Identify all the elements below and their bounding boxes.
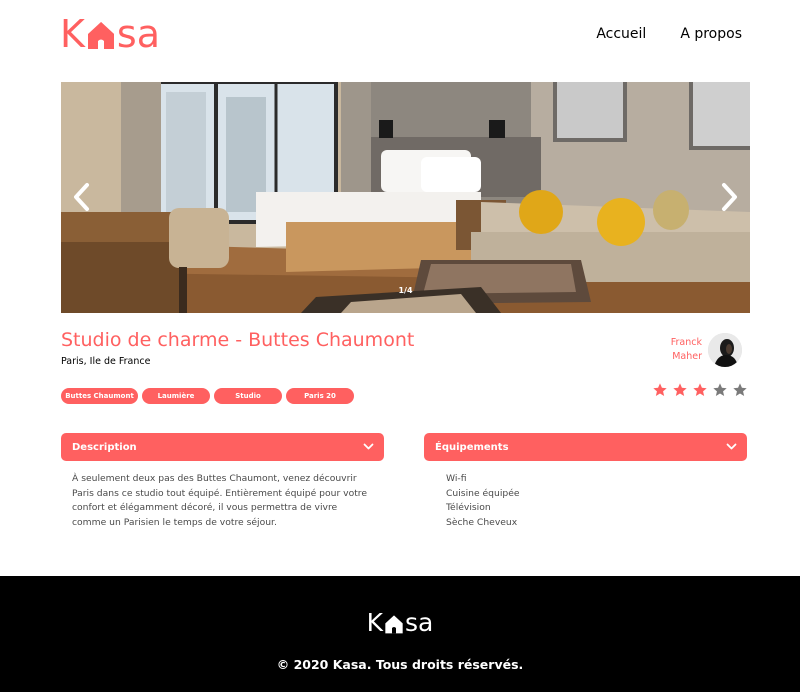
host-first-name: Franck	[670, 337, 702, 348]
equipments-toggle[interactable]: Équipements	[424, 433, 747, 461]
equipment-item: Sèche Cheveux	[446, 516, 518, 528]
equipments-body: Wi-fi Cuisine équipée Télévision Sèche C…	[424, 461, 747, 530]
host-name: Franck Maher	[652, 336, 702, 364]
equipment-item: Cuisine équipée	[446, 487, 520, 499]
tag: Paris 20	[286, 388, 354, 404]
chevron-right-icon[interactable]	[716, 182, 742, 212]
rating-stars	[652, 382, 748, 398]
tag: Studio	[214, 388, 282, 404]
equipment-item: Télévision	[446, 502, 491, 513]
footer-logo: K sa	[0, 609, 800, 637]
description-toggle[interactable]: Description	[61, 433, 384, 461]
chevron-down-icon	[363, 443, 374, 450]
host-last-name: Maher	[672, 351, 702, 362]
chevron-left-icon[interactable]	[69, 182, 95, 212]
tag: Laumière	[142, 388, 210, 404]
description-title: Description	[72, 441, 137, 453]
listing-location: Paris, Ile de France	[61, 356, 151, 367]
header: K sa Accueil A propos	[0, 0, 800, 70]
logo-letter-k: K	[60, 12, 85, 56]
equipments-title: Équipements	[435, 441, 509, 453]
slide-counter: 1/4	[398, 286, 413, 295]
host-info: Franck Maher	[652, 333, 742, 367]
star-filled-icon	[673, 383, 687, 396]
equipments-collapse: Équipements Wi-fi Cuisine équipée Télévi…	[424, 433, 747, 530]
chevron-down-icon	[726, 443, 737, 450]
listing-title: Studio de charme - Buttes Chaumont	[61, 329, 415, 351]
tag-list: Buttes Chaumont Laumière Studio Paris 20	[61, 388, 354, 404]
nav-about-link[interactable]: A propos	[680, 26, 742, 42]
copyright-text: © 2020 Kasa. Tous droits réservés.	[276, 657, 524, 672]
equipment-list: Wi-fi Cuisine équipée Télévision Sèche C…	[435, 472, 736, 530]
star-filled-icon	[693, 383, 707, 396]
logo-letters-sa: sa	[116, 12, 161, 56]
description-text: À seulement deux pas des Buttes Chaumont…	[61, 461, 384, 530]
logo-letters-sa: sa	[405, 608, 434, 637]
house-icon	[87, 22, 114, 49]
nav-home-link[interactable]: Accueil	[596, 26, 646, 42]
logo-letter-k: K	[366, 608, 384, 637]
star-filled-icon	[653, 383, 667, 396]
listing-photo	[61, 82, 750, 313]
star-empty-icon	[733, 383, 747, 396]
tag: Buttes Chaumont	[61, 388, 138, 404]
kasa-logo[interactable]: K sa	[60, 14, 160, 54]
equipment-item: Wi-fi	[446, 473, 467, 484]
footer: K sa © 2020 Kasa. Tous droits réservés.	[0, 576, 800, 692]
main-nav: Accueil A propos	[596, 26, 742, 42]
host-avatar	[708, 333, 742, 367]
description-collapse: Description À seulement deux pas des But…	[61, 433, 384, 530]
image-carousel: 1/4	[61, 82, 750, 313]
star-empty-icon	[713, 383, 727, 396]
house-icon	[385, 615, 403, 634]
